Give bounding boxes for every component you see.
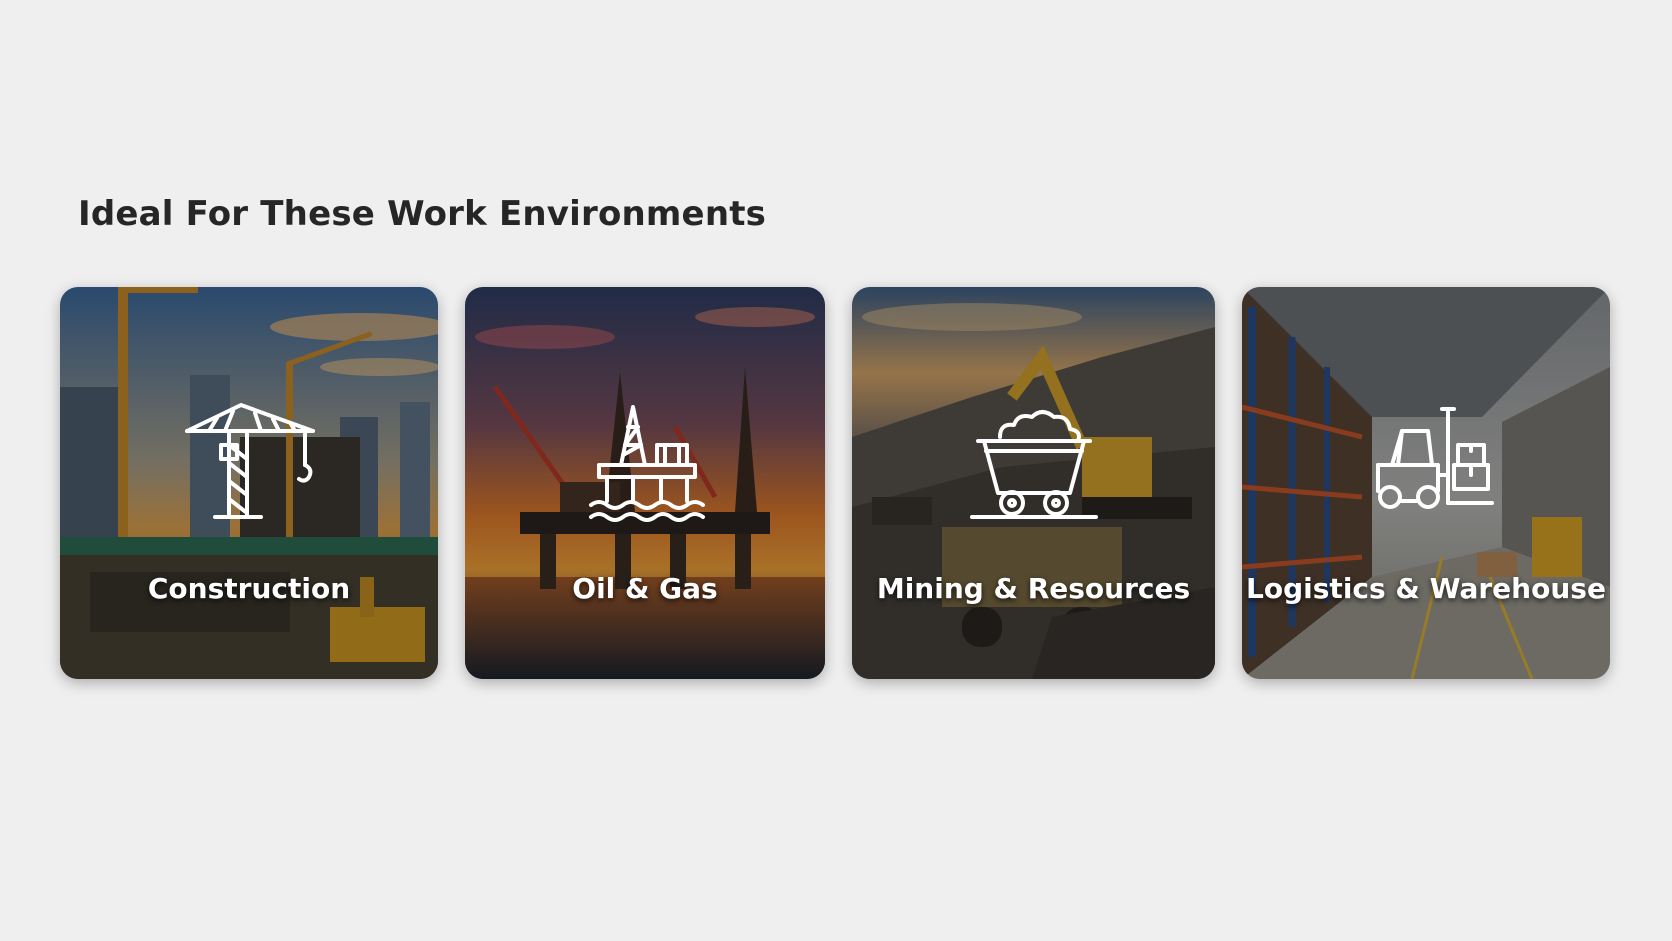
card-mining-resources[interactable]: Mining & Resources xyxy=(852,287,1215,679)
card-logistics-warehouse[interactable]: Logistics & Warehouse xyxy=(1242,287,1610,679)
page: Ideal For These Work Environments Constr… xyxy=(0,0,1672,941)
mine-cart-icon xyxy=(964,401,1104,525)
card-construction[interactable]: Construction xyxy=(60,287,438,679)
card-oil-gas[interactable]: Oil & Gas xyxy=(465,287,825,679)
card-label-logistics-warehouse: Logistics & Warehouse xyxy=(1246,572,1606,605)
card-label-mining-resources: Mining & Resources xyxy=(876,572,1191,605)
card-label-oil-gas: Oil & Gas xyxy=(572,572,718,605)
oil-rig-icon xyxy=(575,401,715,525)
section-title: Ideal For These Work Environments xyxy=(78,194,767,234)
forklift-icon xyxy=(1356,401,1496,525)
card-label-construction: Construction xyxy=(147,572,351,605)
tower-crane-icon xyxy=(179,401,319,525)
